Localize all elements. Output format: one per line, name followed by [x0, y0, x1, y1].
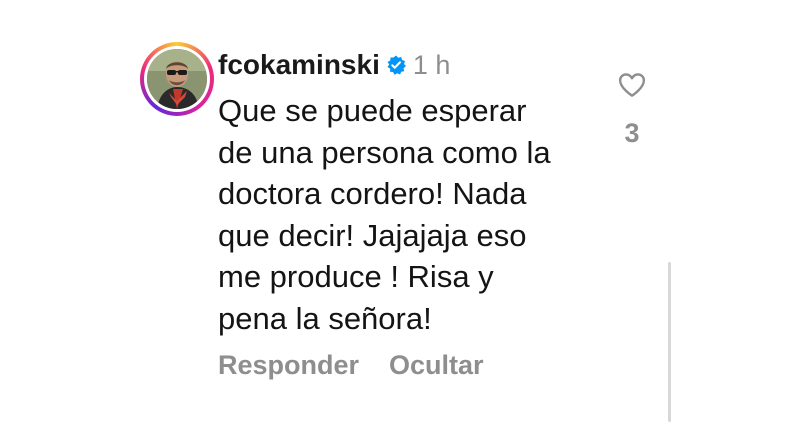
reply-button[interactable]: Responder [218, 350, 359, 381]
comment-line: que decir! Jajajaja eso [218, 217, 527, 253]
avatar-frame [144, 46, 210, 112]
timestamp: 1 h [412, 49, 451, 80]
heart-outline-icon[interactable] [617, 70, 647, 100]
comment-line: me produce ! Risa y [218, 259, 494, 294]
comment-actions: Responder Ocultar [218, 350, 484, 381]
like-count: 3 [624, 118, 640, 148]
comment-line: pena la señora! [218, 300, 432, 336]
avatar-photo [147, 49, 207, 109]
avatar[interactable] [147, 49, 207, 109]
comment-line: doctora cordero! Nada [218, 176, 527, 211]
story-ring[interactable] [140, 42, 214, 116]
comment-line: Que se puede esperar [218, 93, 527, 128]
comment-line: de una persona como la [218, 134, 551, 170]
hide-button[interactable]: Ocultar [389, 350, 484, 381]
verified-badge-icon [386, 55, 406, 75]
username[interactable]: fcokaminski [218, 49, 380, 81]
comment: fcokaminski 1 h Que se puede esperar de … [0, 0, 800, 422]
comment-header: fcokaminski 1 h [218, 48, 450, 82]
comment-text: Que se puede esperar de una persona como… [218, 90, 608, 339]
scrollbar[interactable] [668, 262, 671, 422]
